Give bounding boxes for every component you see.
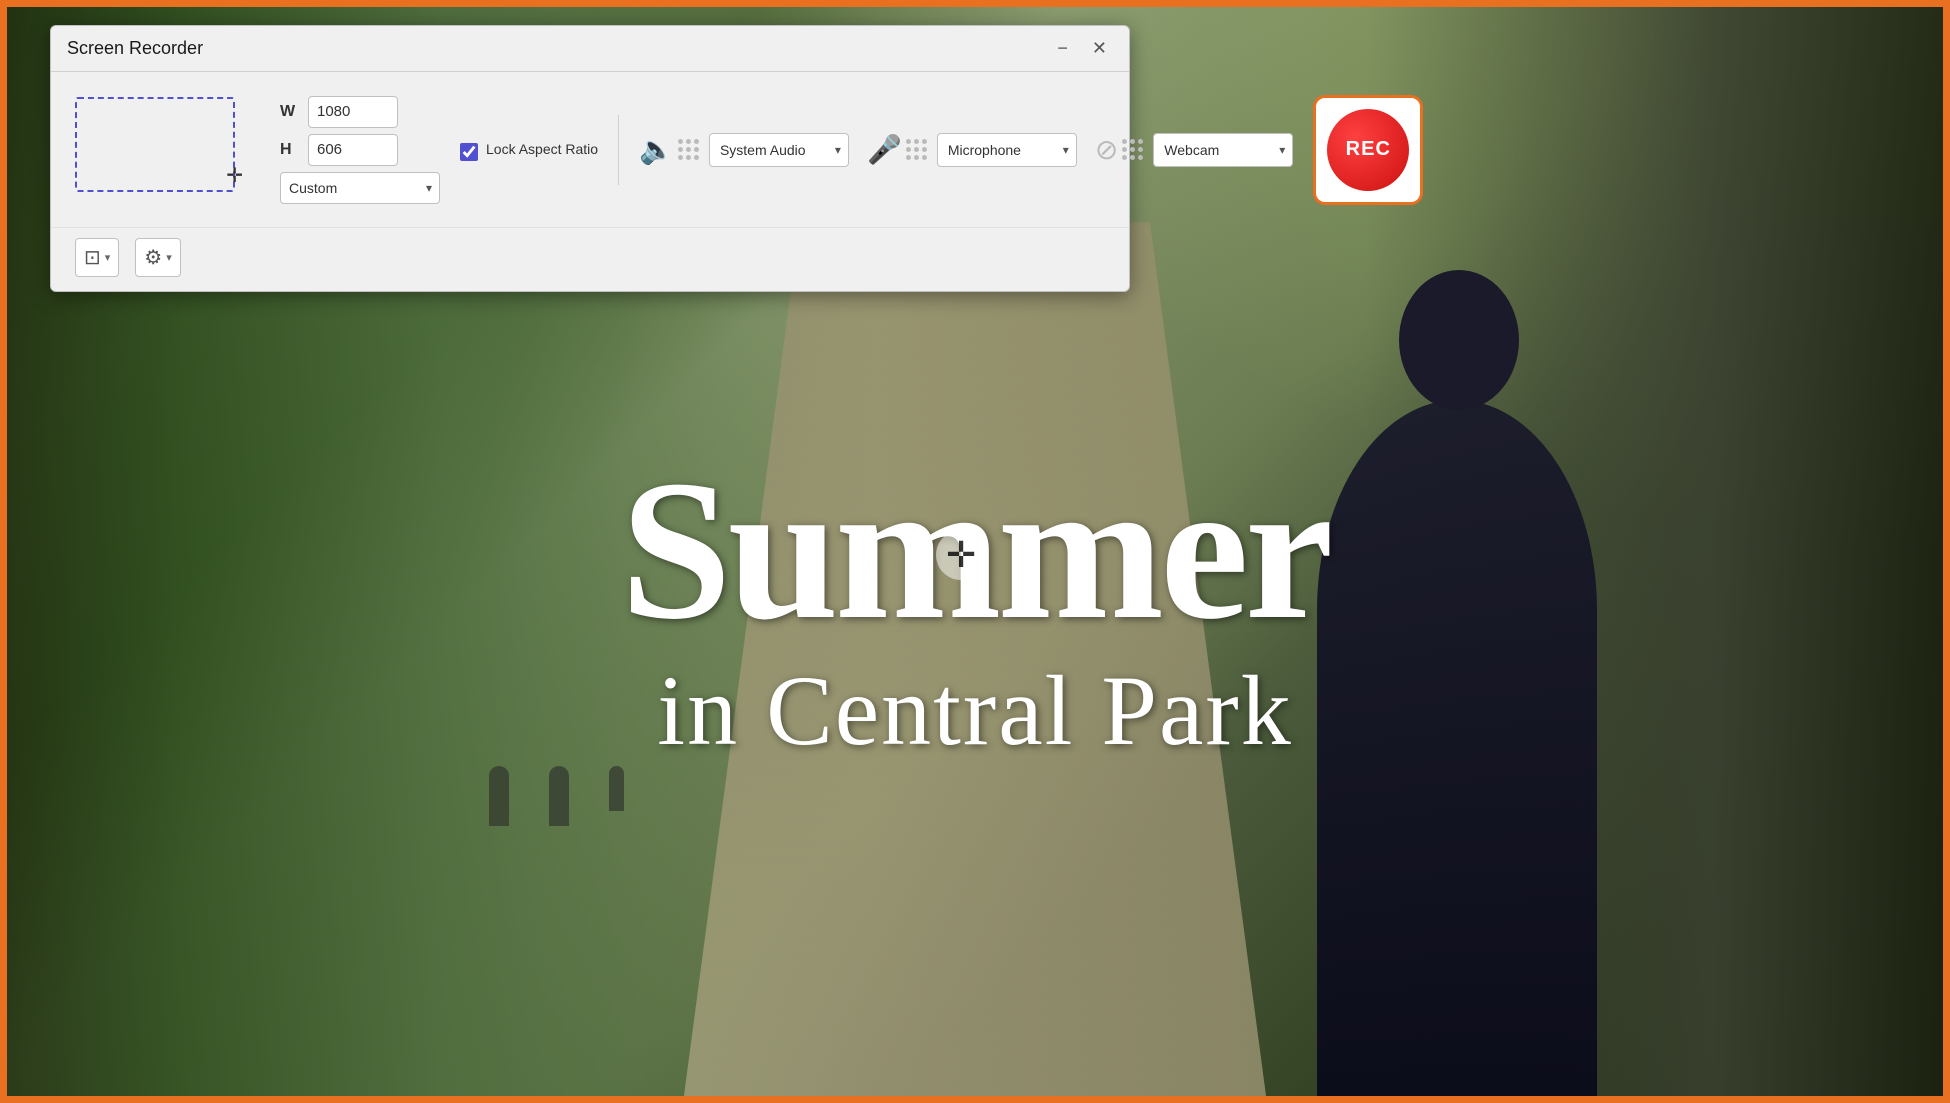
lock-aspect-checkbox[interactable] [460,143,478,161]
person-head [1399,270,1519,410]
close-button[interactable]: ✕ [1086,36,1113,61]
height-input[interactable] [308,134,398,166]
webcam-select[interactable]: Webcam No Webcam [1153,133,1293,167]
webcam-dots [1122,139,1143,160]
window-controls: − ✕ [1051,36,1113,61]
system-audio-item: 🔈 [639,133,699,166]
panel-toolbar: ⊡ ▾ ⚙ ▾ [51,227,1129,291]
screen-capture-button[interactable]: ⊡ ▾ [75,238,119,277]
app-title: Screen Recorder [67,38,203,59]
system-audio-select-wrapper: System Audio No Audio [709,133,849,167]
rec-circle: REC [1327,109,1409,191]
preset-dropdown-wrapper: Custom 1920×1080 1280×720 Full Screen [280,172,440,204]
lock-aspect-section: Lock Aspect Ratio [460,140,598,161]
av-controls: 🔈 System Audio No Audio 🎤 [639,133,1293,167]
rec-button[interactable]: REC [1313,95,1423,205]
lock-aspect-label: Lock Aspect Ratio [486,140,598,158]
audio-dots [678,139,699,160]
settings-button[interactable]: ⚙ ▾ [135,238,180,277]
recorder-panel: Screen Recorder − ✕ ✛ W H Custo [50,25,1130,292]
background-figures [489,766,624,826]
system-audio-select[interactable]: System Audio No Audio [709,133,849,167]
panel-content: ✛ W H Custom 1920×1080 1280×720 Full Scr… [51,72,1129,227]
height-label: H [280,141,300,159]
width-input[interactable] [308,96,398,128]
minimize-button[interactable]: − [1051,36,1074,61]
webcam-item: ⊘ [1095,133,1143,166]
microphone-select[interactable]: Microphone No Microphone [937,133,1077,167]
preset-dropdown[interactable]: Custom 1920×1080 1280×720 Full Screen [280,172,440,204]
person-silhouette [1317,400,1597,1100]
screen-chevron-icon: ▾ [105,251,111,264]
width-label: W [280,103,300,121]
capture-move-icon: ✛ [226,163,243,188]
capture-area-preview: ✛ [75,92,260,207]
webcam-icon: ⊘ [1095,133,1118,166]
height-row: H [280,134,440,166]
settings-chevron-icon: ▾ [166,251,172,264]
speaker-icon: 🔈 [639,133,674,166]
dimensions-section: W H Custom 1920×1080 1280×720 Full Scree… [280,96,440,204]
rec-label: REC [1346,138,1391,161]
mic-dots [906,139,927,160]
screen-icon: ⊡ [84,245,101,270]
microphone-select-wrapper: Microphone No Microphone [937,133,1077,167]
width-row: W [280,96,440,128]
microphone-icon: 🎤 [867,133,902,166]
webcam-select-wrapper: Webcam No Webcam [1153,133,1293,167]
settings-icon: ⚙ [144,245,162,270]
rec-button-container: REC [1313,95,1423,205]
move-cursor-icon: ✛ [936,530,986,580]
microphone-item: 🎤 [867,133,927,166]
title-bar: Screen Recorder − ✕ [51,26,1129,72]
capture-rect: ✛ [75,97,235,192]
divider-1 [618,115,619,185]
